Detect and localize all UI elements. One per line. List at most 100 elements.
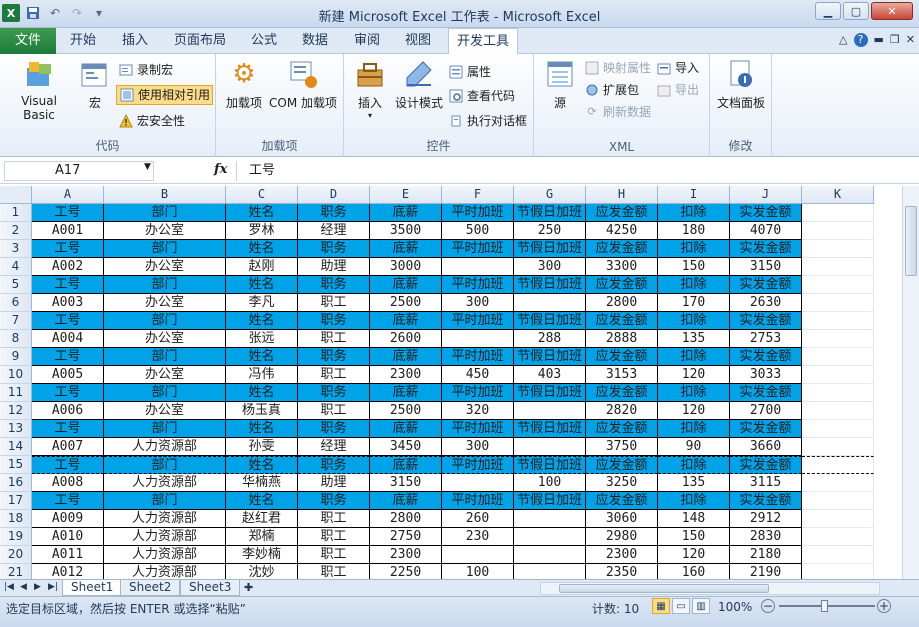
- grid-cell[interactable]: [514, 546, 586, 564]
- tab-home[interactable]: 开始: [62, 28, 104, 54]
- grid-cell[interactable]: 3060: [586, 510, 658, 528]
- grid-cell[interactable]: 张远: [226, 330, 298, 348]
- tab-view[interactable]: 视图: [397, 28, 439, 54]
- grid-cell[interactable]: 135: [658, 330, 730, 348]
- worksheet-grid[interactable]: ABCDEFGHIJK 1 工号 部门 姓名 职务 底薪 平时加班 节假日加班 应发金额 扣除 实发…: [0, 186, 919, 579]
- grid-cell[interactable]: 320: [442, 402, 514, 420]
- grid-cell[interactable]: A007: [32, 438, 104, 456]
- tab-insert[interactable]: 插入: [114, 28, 156, 54]
- grid-cell[interactable]: 姓名: [226, 348, 298, 366]
- grid-cell[interactable]: [802, 402, 874, 420]
- row-header[interactable]: 5: [0, 276, 32, 294]
- grid-cell[interactable]: [802, 384, 874, 402]
- grid-cell[interactable]: 工号: [32, 204, 104, 222]
- row-header[interactable]: 18: [0, 510, 32, 528]
- grid-cell[interactable]: 3300: [586, 258, 658, 276]
- grid-cell[interactable]: 120: [658, 402, 730, 420]
- grid-cell[interactable]: [802, 240, 874, 258]
- grid-cell[interactable]: 实发金额: [730, 492, 802, 510]
- grid-cell[interactable]: 郑楠: [226, 528, 298, 546]
- grid-cell[interactable]: 孙雯: [226, 438, 298, 456]
- grid-cell[interactable]: 实发金额: [730, 420, 802, 438]
- grid-cell[interactable]: 平时加班: [442, 420, 514, 438]
- grid-cell[interactable]: 职务: [298, 348, 370, 366]
- grid-cell[interactable]: 2912: [730, 510, 802, 528]
- tab-page-layout[interactable]: 页面布局: [166, 28, 234, 54]
- grid-cell[interactable]: [802, 546, 874, 564]
- use-relative-references-button[interactable]: 使用相对引用: [116, 85, 214, 105]
- grid-cell[interactable]: 90: [658, 438, 730, 456]
- grid-cell[interactable]: 部门: [104, 348, 226, 366]
- grid-cell[interactable]: 节假日加班: [514, 204, 586, 222]
- grid-cell[interactable]: [442, 474, 514, 492]
- xml-source-button[interactable]: 源: [540, 58, 580, 111]
- grid-cell[interactable]: 3150: [370, 474, 442, 492]
- tab-developer[interactable]: 开发工具: [448, 28, 519, 55]
- grid-cell[interactable]: 部门: [104, 276, 226, 294]
- grid-cell[interactable]: 3450: [370, 438, 442, 456]
- grid-cell[interactable]: 底薪: [370, 348, 442, 366]
- grid-cell[interactable]: 应发金额: [586, 240, 658, 258]
- grid-cell[interactable]: 3660: [730, 438, 802, 456]
- grid-cell[interactable]: A005: [32, 366, 104, 384]
- next-sheet-icon[interactable]: ▶: [34, 582, 41, 592]
- grid-cell[interactable]: [802, 204, 874, 222]
- grid-cell[interactable]: 职务: [298, 384, 370, 402]
- grid-cell[interactable]: 2820: [586, 402, 658, 420]
- grid-cell[interactable]: A010: [32, 528, 104, 546]
- document-panel-button[interactable]: 文档面板: [714, 58, 768, 111]
- design-mode-button[interactable]: 设计模式: [392, 58, 446, 111]
- grid-cell[interactable]: 2750: [370, 528, 442, 546]
- grid-cell[interactable]: 办公室: [104, 402, 226, 420]
- grid-cell[interactable]: 底薪: [370, 420, 442, 438]
- tab-review[interactable]: 审阅: [346, 28, 388, 54]
- grid-cell[interactable]: 职务: [298, 240, 370, 258]
- ribbon-minimize-icon[interactable]: △: [839, 33, 847, 47]
- grid-cell[interactable]: 250: [514, 222, 586, 240]
- grid-cell[interactable]: 2250: [370, 564, 442, 579]
- grid-cell[interactable]: 2190: [730, 564, 802, 579]
- grid-cell[interactable]: 500: [442, 222, 514, 240]
- close-button[interactable]: ✕: [871, 2, 913, 20]
- macros-button[interactable]: 宏: [78, 58, 112, 111]
- grid-cell[interactable]: 平时加班: [442, 456, 514, 474]
- name-box[interactable]: A17: [4, 161, 154, 181]
- grid-cell[interactable]: 底薪: [370, 492, 442, 510]
- column-header-h[interactable]: H: [586, 186, 658, 204]
- grid-cell[interactable]: 扣除: [658, 204, 730, 222]
- grid-cell[interactable]: A011: [32, 546, 104, 564]
- grid-cell[interactable]: 办公室: [104, 222, 226, 240]
- grid-cell[interactable]: 工号: [32, 456, 104, 474]
- grid-cell[interactable]: 姓名: [226, 384, 298, 402]
- grid-cell[interactable]: A003: [32, 294, 104, 312]
- grid-cell[interactable]: [802, 276, 874, 294]
- grid-cell[interactable]: 3150: [730, 258, 802, 276]
- grid-cell[interactable]: 工号: [32, 348, 104, 366]
- page-break-view-icon[interactable]: ▥: [692, 598, 710, 614]
- tab-formulas[interactable]: 公式: [243, 28, 285, 54]
- grid-cell[interactable]: [514, 528, 586, 546]
- grid-cell[interactable]: 180: [658, 222, 730, 240]
- horizontal-scrollbar[interactable]: [540, 582, 880, 595]
- grid-cell[interactable]: [514, 564, 586, 579]
- grid-cell[interactable]: 160: [658, 564, 730, 579]
- row-header[interactable]: 1: [0, 204, 32, 222]
- grid-cell[interactable]: 120: [658, 546, 730, 564]
- grid-cell[interactable]: 403: [514, 366, 586, 384]
- row-header[interactable]: 10: [0, 366, 32, 384]
- grid-cell[interactable]: 职务: [298, 456, 370, 474]
- tab-data[interactable]: 数据: [294, 28, 336, 54]
- grid-cell[interactable]: 职工: [298, 510, 370, 528]
- grid-cell[interactable]: [802, 222, 874, 240]
- grid-cell[interactable]: A002: [32, 258, 104, 276]
- row-header[interactable]: 15: [0, 456, 32, 474]
- zoom-out-icon[interactable]: −: [761, 599, 775, 613]
- grid-cell[interactable]: 260: [442, 510, 514, 528]
- grid-cell[interactable]: 职工: [298, 546, 370, 564]
- grid-cell[interactable]: 100: [442, 564, 514, 579]
- grid-cell[interactable]: 平时加班: [442, 312, 514, 330]
- grid-cell[interactable]: 2180: [730, 546, 802, 564]
- grid-cell[interactable]: 平时加班: [442, 240, 514, 258]
- grid-cell[interactable]: 工号: [32, 240, 104, 258]
- grid-cell[interactable]: 赵刚: [226, 258, 298, 276]
